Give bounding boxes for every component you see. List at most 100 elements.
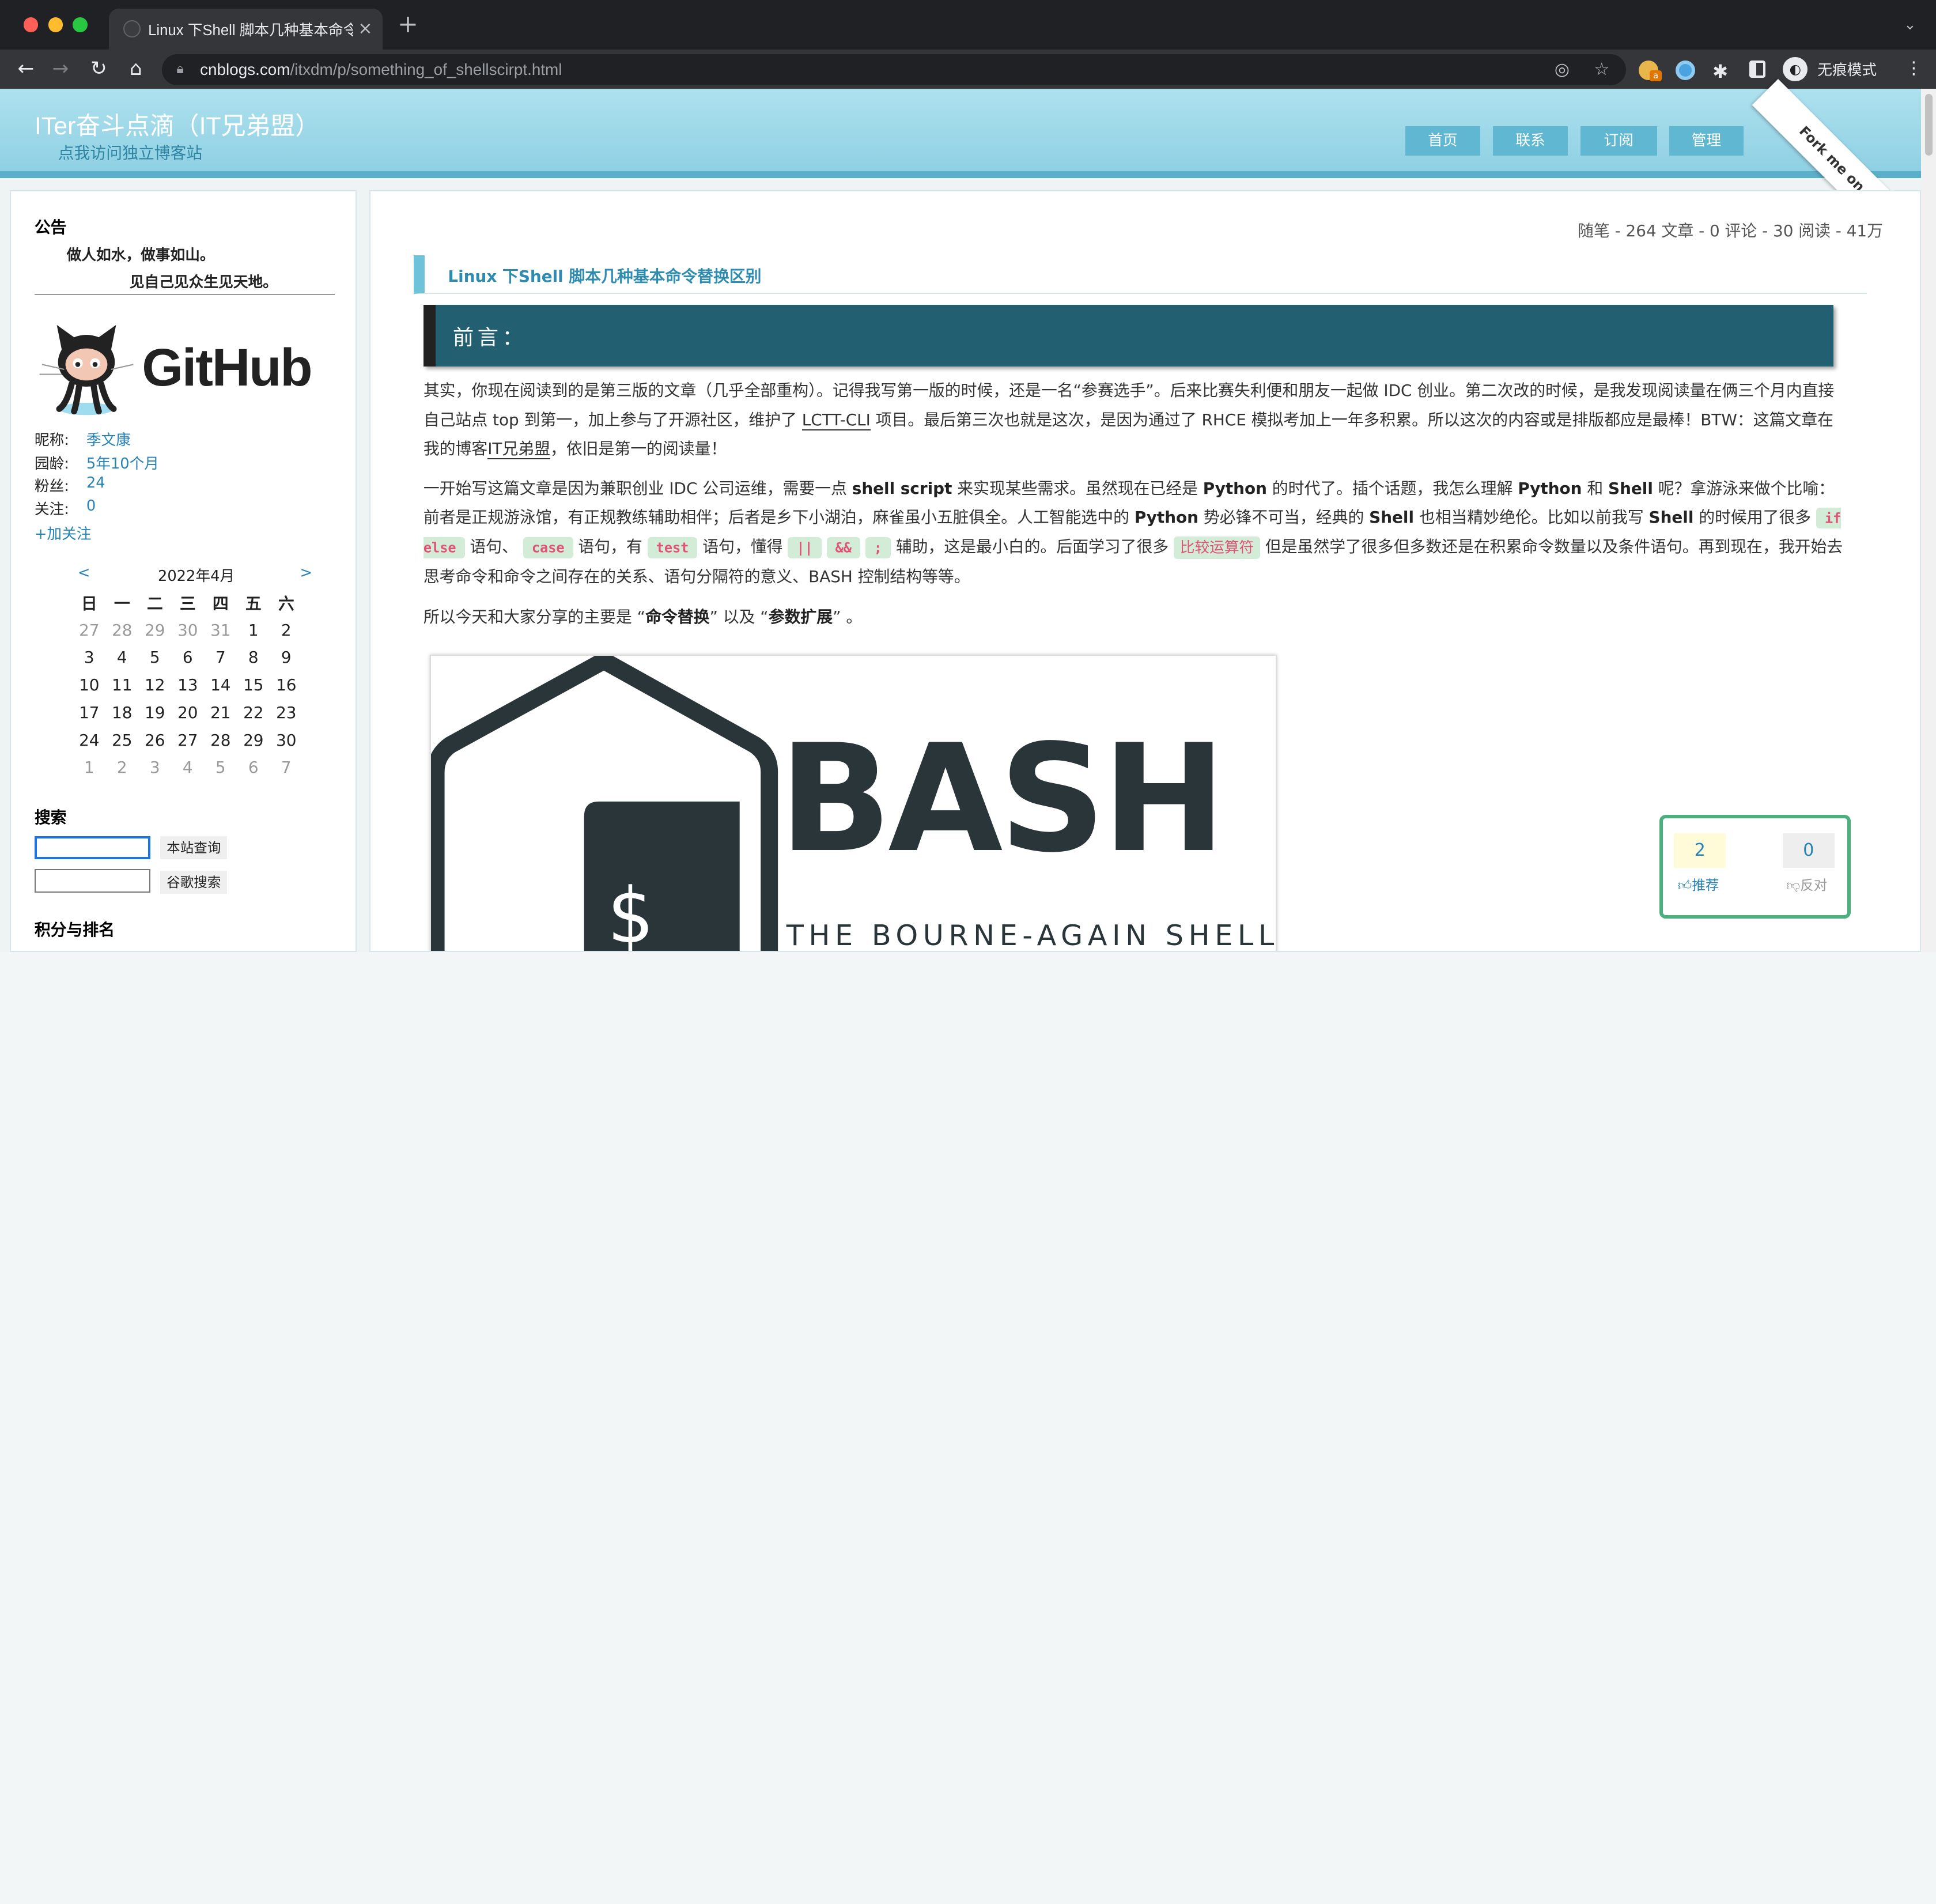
bold-term: 命令替换 xyxy=(645,607,710,626)
calendar-day[interactable]: 1 xyxy=(237,616,270,644)
calendar-day[interactable]: 8 xyxy=(237,644,270,671)
calendar-day[interactable]: 24 xyxy=(73,726,105,754)
url-host: cnblogs.com xyxy=(200,60,290,78)
bookmark-star-icon[interactable]: ☆ xyxy=(1594,59,1609,80)
calendar-day[interactable]: 26 xyxy=(138,726,171,754)
url-text: cnblogs.com/itxdm/p/something_of_shellsc… xyxy=(200,61,562,79)
scrollbar-thumb[interactable] xyxy=(1924,93,1933,156)
post-title-link[interactable]: Linux 下Shell 脚本几种基本命令替换区别 xyxy=(448,264,761,287)
home-icon[interactable]: ⌂ xyxy=(122,55,149,82)
calendar-day[interactable]: 4 xyxy=(105,644,138,671)
calendar-day[interactable]: 3 xyxy=(138,754,171,781)
follow-link[interactable]: +加关注 xyxy=(35,522,92,543)
nav-contact-button[interactable]: 联系 xyxy=(1492,126,1568,156)
calendar-day[interactable]: 1 xyxy=(73,754,105,781)
calendar-day[interactable]: 23 xyxy=(270,698,302,726)
back-arrow-icon[interactable]: ← xyxy=(12,55,39,82)
calendar-day[interactable]: 28 xyxy=(105,616,138,644)
calendar-day[interactable]: 2 xyxy=(270,616,302,644)
calendar-day[interactable]: 17 xyxy=(73,698,105,726)
calendar-day[interactable]: 15 xyxy=(237,671,270,699)
calendar-day[interactable]: 14 xyxy=(204,671,237,699)
incognito-profile-button[interactable]: ◐ 无痕模式 xyxy=(1783,55,1877,82)
tab-search-chevron-icon[interactable]: ⌄ xyxy=(1904,16,1916,33)
side-panel-icon[interactable] xyxy=(1749,60,1766,78)
section-heading: 前言： xyxy=(452,324,527,350)
oppose-count[interactable]: 0 xyxy=(1782,833,1835,868)
lctt-cli-link[interactable]: LCTT-CLI xyxy=(801,410,871,430)
page-scrollbar[interactable] xyxy=(1921,89,1936,953)
google-search-input[interactable] xyxy=(34,869,151,893)
calendar-day[interactable]: 19 xyxy=(138,698,171,726)
text: ” 以及 “ xyxy=(709,607,769,626)
calendar-day[interactable]: 9 xyxy=(270,644,302,671)
tab-close-icon[interactable]: × xyxy=(358,20,372,37)
calendar-day[interactable]: 5 xyxy=(204,754,237,781)
calendar-day[interactable]: 30 xyxy=(171,616,204,644)
profile-value[interactable]: 季文康 xyxy=(86,428,131,449)
calendar-day[interactable]: 6 xyxy=(171,644,204,671)
calendar-day[interactable]: 31 xyxy=(204,616,237,644)
calendar-day[interactable]: 27 xyxy=(73,616,105,644)
profile-label: 昵称: xyxy=(34,432,69,449)
google-search-button[interactable]: 谷歌搜索 xyxy=(160,870,228,894)
nav-home-button[interactable]: 首页 xyxy=(1405,126,1481,156)
site-search-input[interactable] xyxy=(34,836,151,860)
nav-subscribe-button[interactable]: 订阅 xyxy=(1580,126,1657,156)
eye-slash-icon[interactable]: ◎ xyxy=(1555,59,1570,80)
calendar-day[interactable]: 13 xyxy=(171,671,204,699)
calendar-day[interactable]: 10 xyxy=(73,671,105,699)
calendar-day[interactable]: 29 xyxy=(237,726,270,754)
profile-value[interactable]: 5年10个月 xyxy=(86,452,159,473)
extension-icon[interactable]: a xyxy=(1638,60,1662,82)
blog-subtitle-link[interactable]: 点我访问独立博客站 xyxy=(58,141,203,164)
forward-arrow-icon[interactable]: → xyxy=(47,55,74,82)
nav-admin-button[interactable]: 管理 xyxy=(1669,126,1744,156)
text: 来实现某些需求。虽然现在已经是 xyxy=(952,478,1203,498)
close-window-button[interactable] xyxy=(23,17,39,32)
recommend-count[interactable]: 2 xyxy=(1674,833,1726,868)
blog-title[interactable]: ITer奋斗点滴（IT兄弟盟） xyxy=(35,106,320,142)
incognito-icon: ◐ xyxy=(1783,56,1808,82)
calendar-day[interactable]: 12 xyxy=(138,671,171,699)
more-menu-icon[interactable]: ⋮ xyxy=(1905,58,1922,78)
address-bar[interactable]: 🔒︎ cnblogs.com/itxdm/p/something_of_shel… xyxy=(161,54,1627,85)
calendar-day[interactable]: 21 xyxy=(204,698,237,726)
maximize-window-button[interactable] xyxy=(73,17,88,32)
oppose-button[interactable]: 👎︎反对 xyxy=(1786,874,1827,894)
calendar-day[interactable]: 22 xyxy=(237,698,270,726)
calendar-day[interactable]: 4 xyxy=(171,754,204,781)
it-brothers-link[interactable]: IT兄弟盟 xyxy=(487,439,550,460)
lock-icon[interactable]: 🔒︎ xyxy=(176,61,184,77)
calendar-day[interactable]: 3 xyxy=(73,644,105,671)
text: 辅助，这是最小白的。后面学习了很多 xyxy=(890,537,1174,557)
site-search-button[interactable]: 本站查询 xyxy=(160,836,228,860)
calendar-day[interactable]: 6 xyxy=(237,754,270,781)
calendar-day[interactable]: 30 xyxy=(270,726,302,754)
profile-value[interactable]: 0 xyxy=(86,497,96,515)
calendar-day[interactable]: 28 xyxy=(204,726,237,754)
calendar-day[interactable]: 16 xyxy=(270,671,302,699)
calendar-next-month[interactable]: > xyxy=(300,564,312,581)
profile-label: 园龄: xyxy=(34,455,69,473)
calendar-day[interactable]: 25 xyxy=(105,726,138,754)
calendar-day[interactable]: 29 xyxy=(138,616,171,644)
minimize-window-button[interactable] xyxy=(48,17,63,32)
calendar-day[interactable]: 5 xyxy=(138,644,171,671)
calendar-day[interactable]: 7 xyxy=(270,754,302,781)
browser-tab[interactable]: Linux 下Shell 脚本几种基本命令 × xyxy=(108,9,383,50)
reload-icon[interactable]: ↻ xyxy=(85,55,112,82)
new-tab-icon[interactable]: + xyxy=(398,12,418,37)
profile-value[interactable]: 24 xyxy=(86,474,105,492)
calendar-prev-month[interactable]: < xyxy=(78,564,90,581)
calendar-day[interactable]: 27 xyxy=(171,726,204,754)
calendar-day[interactable]: 20 xyxy=(171,698,204,726)
puzzle-extensions-icon[interactable]: ✱ xyxy=(1712,61,1732,82)
calendar-day[interactable]: 18 xyxy=(105,698,138,726)
calendar-day[interactable]: 7 xyxy=(204,644,237,671)
calendar-day[interactable]: 11 xyxy=(105,671,138,699)
extension-circle-icon[interactable] xyxy=(1675,60,1696,81)
recommend-button[interactable]: 👍︎推荐 xyxy=(1678,874,1719,894)
calendar-day[interactable]: 2 xyxy=(105,754,138,781)
text: 也相当精妙绝伦。比如以前我写 xyxy=(1414,508,1649,527)
